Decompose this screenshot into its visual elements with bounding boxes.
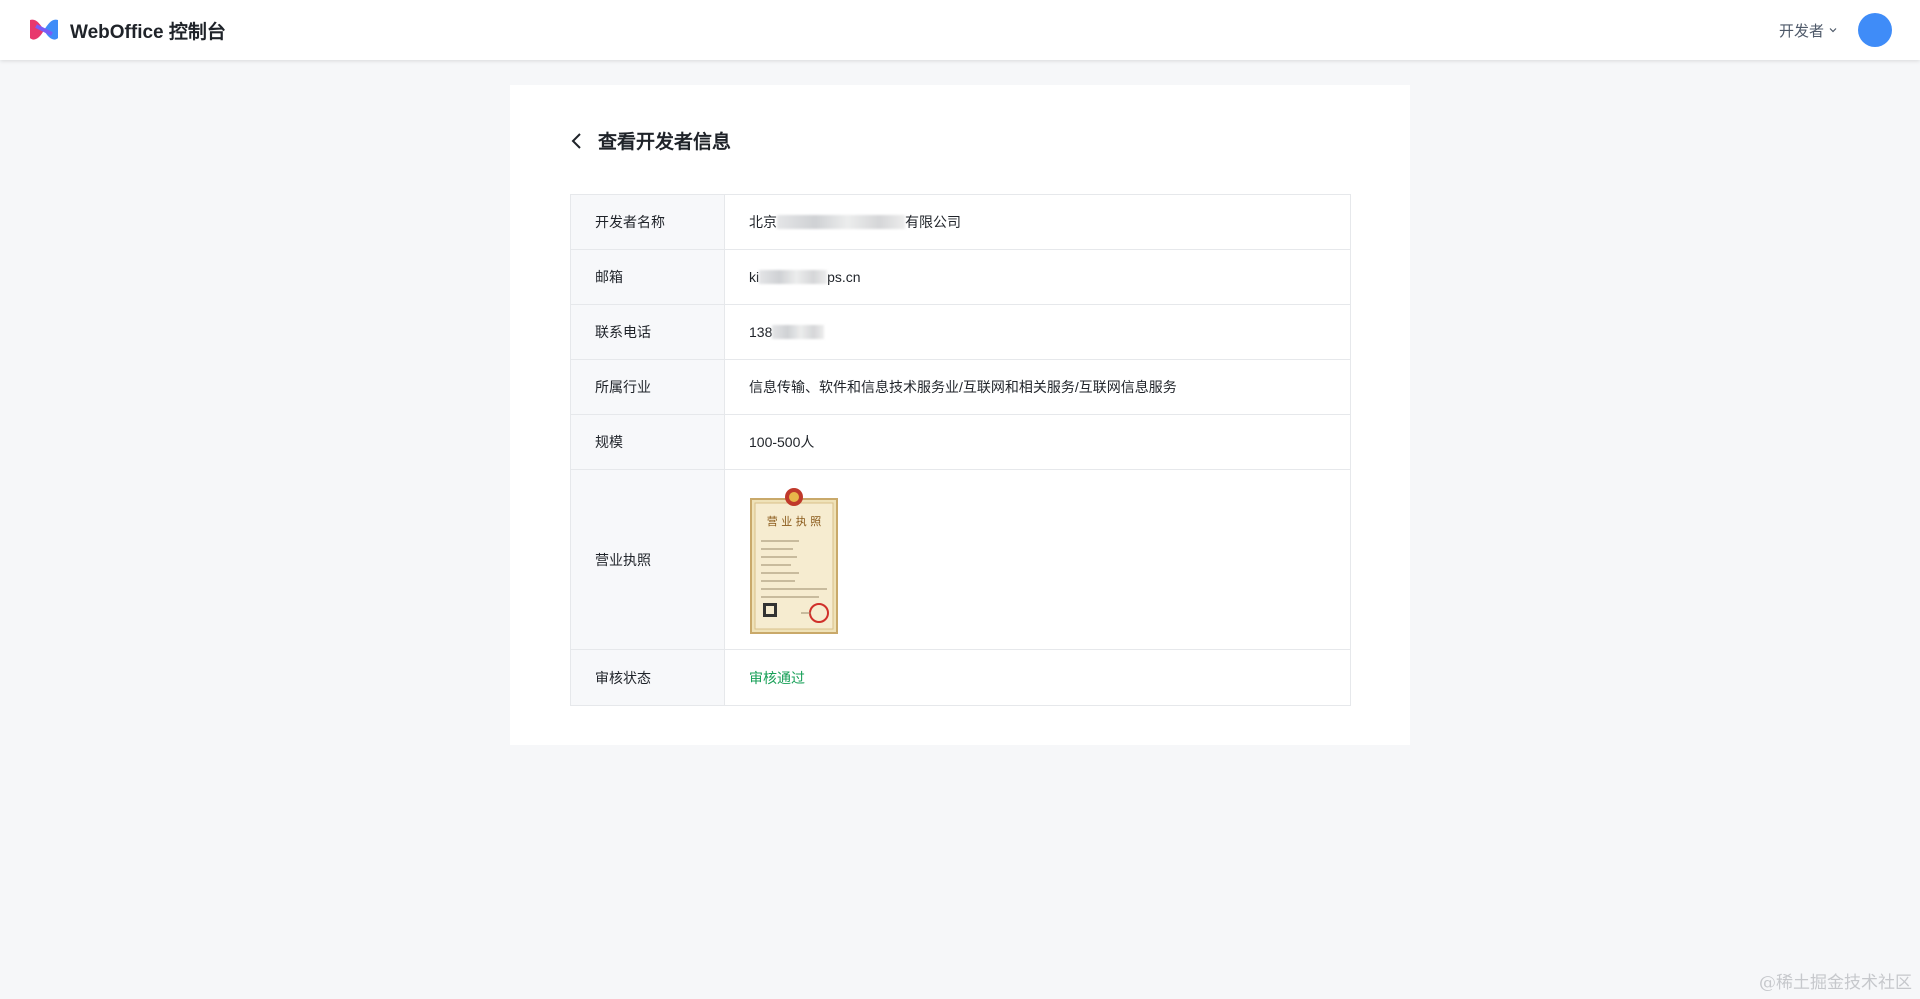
user-avatar[interactable]: [1858, 13, 1892, 47]
table-row-industry: 所属行业 信息传输、软件和信息技术服务业/互联网和相关服务/互联网信息服务: [571, 360, 1350, 415]
license-heading: 营 业 执 照: [767, 514, 822, 528]
row-label: 规模: [571, 415, 725, 469]
table-row-review-status: 审核状态 审核通过: [571, 650, 1350, 705]
masked-value: 北京 有限公司: [749, 212, 961, 232]
business-license-image[interactable]: 营 业 执 照: [749, 485, 839, 635]
card-header: 查看开发者信息: [570, 127, 731, 154]
status-badge: 审核通过: [749, 669, 805, 686]
table-row-phone: 联系电话 138: [571, 305, 1350, 360]
chevron-down-icon: [1829, 28, 1837, 33]
value-prefix: 138: [749, 324, 773, 340]
top-bar: WebOffice 控制台 开发者: [0, 0, 1920, 60]
redacted-blur: [772, 325, 825, 339]
value-suffix: 有限公司: [905, 214, 961, 230]
row-label: 审核状态: [571, 650, 725, 705]
masked-value: 138: [749, 324, 825, 340]
row-label: 营业执照: [571, 470, 725, 649]
row-value-business-license: 营 业 执 照: [725, 470, 1350, 649]
value-prefix: ki: [749, 269, 760, 285]
row-label: 所属行业: [571, 360, 725, 414]
role-label: 开发者: [1778, 22, 1824, 40]
row-value-email: ki ps.cn: [725, 250, 1350, 304]
row-label: 开发者名称: [571, 195, 725, 249]
masked-value: ki ps.cn: [749, 269, 861, 285]
table-row-scale: 规模 100-500人: [571, 415, 1350, 470]
developer-info-card: 查看开发者信息 开发者名称 北京 有限公司 邮箱 ki ps.cn 联系电话 1…: [510, 85, 1410, 745]
value-suffix: ps.cn: [827, 269, 861, 285]
chevron-left-icon[interactable]: [570, 132, 584, 150]
row-value-review-status: 审核通过: [725, 650, 1350, 705]
row-label: 联系电话: [571, 305, 725, 359]
app-title: WebOffice 控制台: [70, 21, 226, 43]
table-row-business-license: 营业执照 营 业 执 照: [571, 470, 1350, 650]
redacted-blur: [759, 270, 828, 284]
row-value-phone: 138: [725, 305, 1350, 359]
table-row-email: 邮箱 ki ps.cn: [571, 250, 1350, 305]
row-value-industry: 信息传输、软件和信息技术服务业/互联网和相关服务/互联网信息服务: [749, 379, 1177, 395]
row-value-scale: 100-500人: [749, 434, 815, 450]
value-prefix: 北京: [749, 214, 777, 230]
row-label: 邮箱: [571, 250, 725, 304]
developer-info-table: 开发者名称 北京 有限公司 邮箱 ki ps.cn 联系电话 138 所属行业 …: [570, 194, 1351, 706]
page-title: 查看开发者信息: [598, 132, 732, 153]
watermark: @稀土掘金技术社区: [1759, 973, 1912, 993]
row-value-developer-name: 北京 有限公司: [725, 195, 1350, 249]
weboffice-logo-icon: [30, 19, 58, 40]
table-row-developer-name: 开发者名称 北京 有限公司: [571, 195, 1350, 250]
role-dropdown[interactable]: 开发者: [1779, 20, 1838, 41]
redacted-blur: [777, 215, 905, 229]
brand[interactable]: WebOffice 控制台: [28, 16, 226, 44]
